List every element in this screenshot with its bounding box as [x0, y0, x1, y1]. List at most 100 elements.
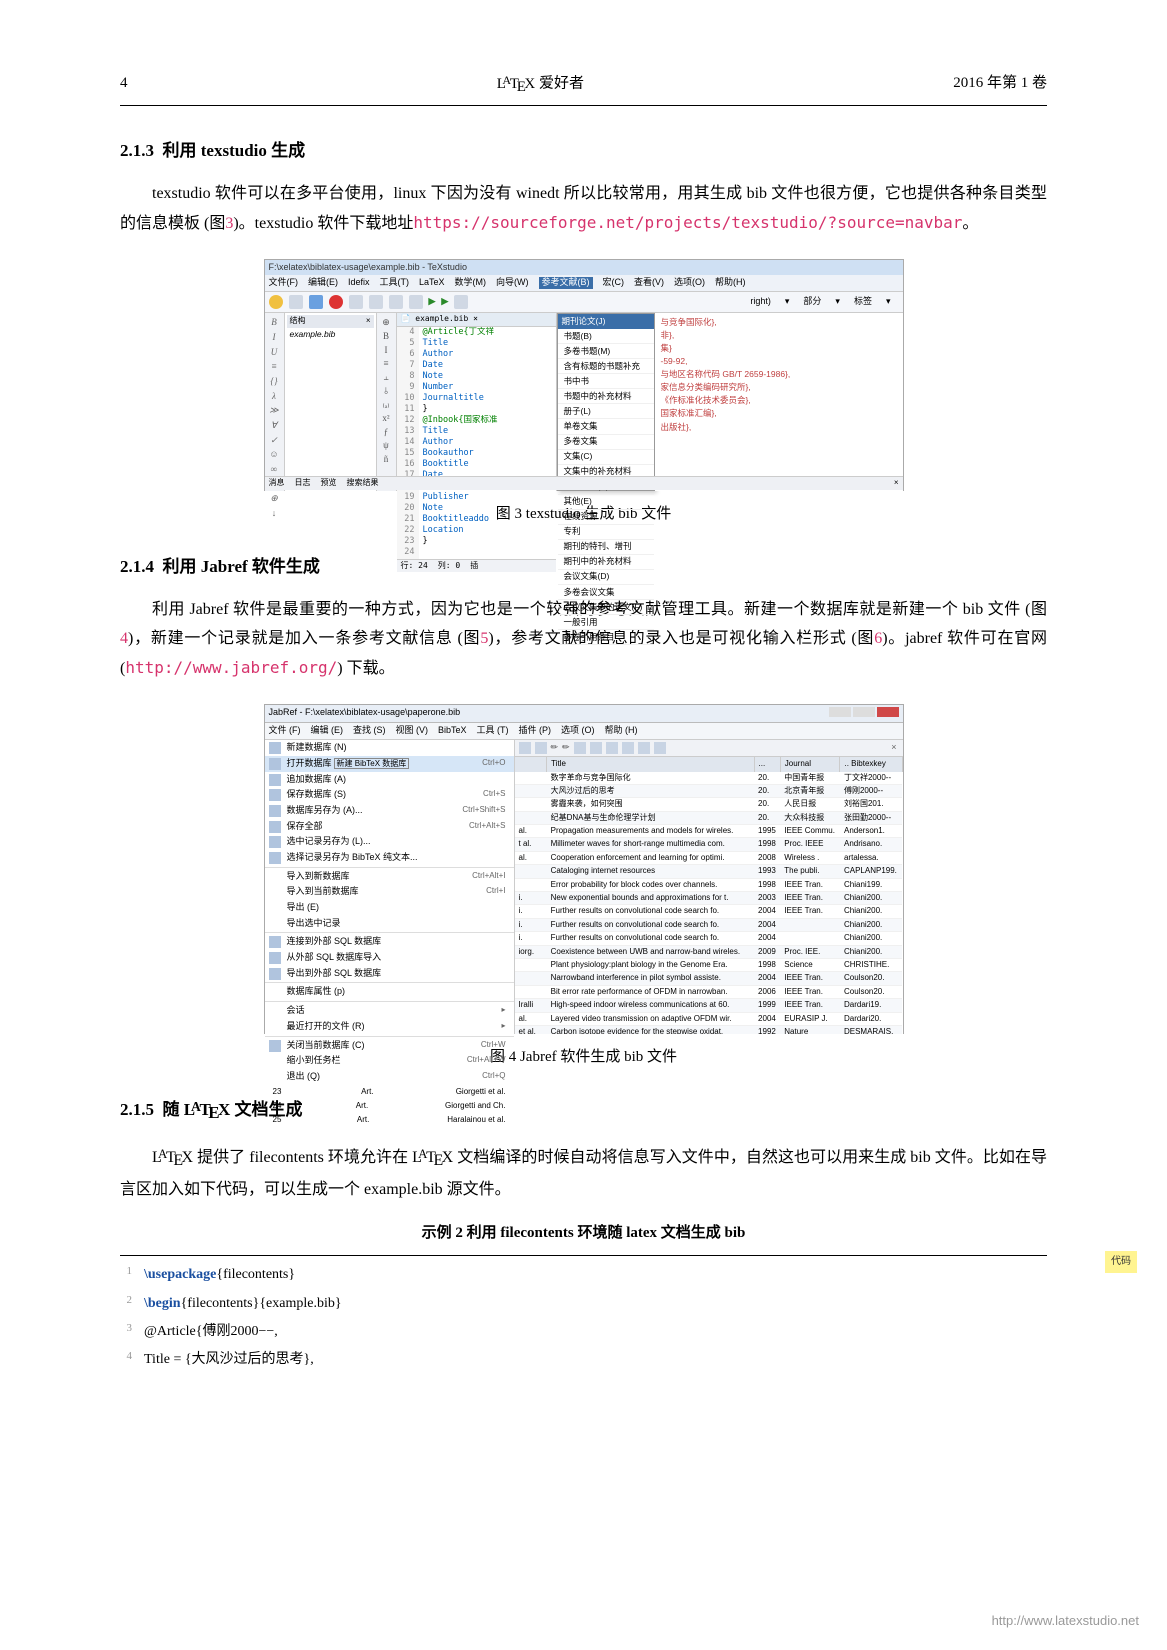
file-menu-item[interactable]: 导入到新数据库Ctrl+Alt+I: [265, 869, 514, 885]
menu-item[interactable]: 文件(F): [269, 277, 299, 289]
menu-item[interactable]: 期刊中的补充材料: [558, 555, 654, 570]
copy-icon[interactable]: [409, 295, 423, 309]
file-menu-item[interactable]: 选中记录另存为 (L)...: [265, 834, 514, 850]
file-menu-item[interactable]: 追加数据库 (A): [265, 772, 514, 788]
file-menu-item[interactable]: 缩小到任务栏Ctrl+Alt+W: [265, 1053, 514, 1069]
menu-item[interactable]: 编辑 (E): [311, 725, 344, 737]
table-row[interactable]: i.Further results on convolutional code …: [515, 918, 903, 931]
toolbar-icon[interactable]: ⫰: [384, 386, 388, 398]
redo-icon[interactable]: [369, 295, 383, 309]
menu-item[interactable]: 视图 (V): [396, 725, 429, 737]
menu-item[interactable]: 选项 (O): [561, 725, 595, 737]
toolbar-icon[interactable]: U: [271, 347, 278, 359]
table-row[interactable]: iorg.Coexistence between UWB and narrow-…: [515, 945, 903, 958]
file-menu-item[interactable]: 从外部 SQL 数据库导入: [265, 950, 514, 966]
menu-item[interactable]: 工具(T): [380, 277, 410, 289]
toolbar-icon[interactable]: ∀: [271, 420, 277, 432]
table-row[interactable]: i.Further results on convolutional code …: [515, 905, 903, 918]
texstudio-url[interactable]: https://sourceforge.net/projects/texstud…: [413, 213, 962, 232]
menu-item[interactable]: Idefix: [348, 277, 370, 289]
toolbar-close-icon[interactable]: ×: [891, 742, 896, 754]
toolbar-icon[interactable]: ψ: [383, 440, 389, 452]
file-menu-item[interactable]: 关闭当前数据库 (C)Ctrl+W: [265, 1038, 514, 1054]
toolbar-icon[interactable]: ₍ₐ₎: [383, 399, 390, 411]
table-row[interactable]: Plant physiology:plant biology in the Ge…: [515, 959, 903, 972]
toolbar-icon[interactable]: λ: [272, 391, 276, 403]
menu-item[interactable]: 书题(B): [558, 329, 654, 344]
menu-item[interactable]: LaTeX: [419, 277, 445, 289]
toolbar-icon[interactable]: ≡: [271, 361, 277, 373]
menu-item[interactable]: 会议文集(D): [558, 570, 654, 585]
menu-item[interactable]: 数学(M): [455, 277, 487, 289]
menu-item[interactable]: 多卷引用条目: [558, 630, 654, 645]
file-menu-item[interactable]: 退出 (Q)Ctrl+Q: [265, 1069, 514, 1085]
menu-item[interactable]: 一般引用: [558, 615, 654, 630]
file-menu-item[interactable]: 新建数据库 (N): [265, 740, 514, 756]
table-row[interactable]: Narrowband interference in pilot symbol …: [515, 972, 903, 985]
toolbar-icon[interactable]: ⫠: [383, 372, 388, 384]
lightbulb-icon[interactable]: [269, 295, 283, 309]
play2-icon[interactable]: ▶: [441, 296, 448, 308]
menu-item[interactable]: 多卷书题(M): [558, 344, 654, 359]
table-row[interactable]: Cataloging internet resources1993The pub…: [515, 865, 903, 878]
jabref-url[interactable]: http://www.jabref.org/: [125, 658, 337, 677]
menu-item[interactable]: 期刊的特刊、增刊: [558, 540, 654, 555]
fig3-file-item[interactable]: example.bib: [287, 328, 374, 341]
toolbar-icon[interactable]: B: [383, 331, 389, 343]
menu-item[interactable]: 其他(E): [558, 495, 654, 510]
menu-item[interactable]: 在线资源: [558, 510, 654, 525]
toolbar-icon[interactable]: ⊕: [382, 317, 390, 329]
toolbar-icon[interactable]: I: [385, 345, 388, 357]
tb-icon[interactable]: [519, 742, 531, 754]
undo-icon[interactable]: [349, 295, 363, 309]
save-icon[interactable]: [309, 295, 323, 309]
menu-item[interactable]: 查找 (S): [353, 725, 386, 737]
table-row[interactable]: 纪基DNA基与生命伦理学计划20.大众科技报张田勤2000--: [515, 811, 903, 824]
menu-item[interactable]: 选项(O): [674, 277, 705, 289]
menu-item[interactable]: 书中书: [558, 374, 654, 389]
menu-item[interactable]: 多卷会议文集: [558, 585, 654, 600]
menu-item[interactable]: 工具 (T): [477, 725, 509, 737]
fig3-editor-tab[interactable]: 📄 example.bib ×: [397, 313, 556, 326]
file-menu-item[interactable]: 会话 ▸: [265, 1003, 514, 1019]
toolbar-icon[interactable]: ∞: [271, 464, 277, 476]
menu-item[interactable]: 宏(C): [603, 277, 625, 289]
file-menu-item[interactable]: 数据库另存为 (A)...Ctrl+Shift+S: [265, 803, 514, 819]
file-menu-item[interactable]: 数据库属性 (p): [265, 984, 514, 1000]
file-menu-item[interactable]: 最近打开的文件 (R) ▸: [265, 1019, 514, 1035]
menu-item[interactable]: 查看(V): [634, 277, 664, 289]
table-row[interactable]: i.New exponential bounds and approximati…: [515, 892, 903, 905]
file-menu-item[interactable]: 打开数据库新建 BibTeX 数据库Ctrl+O: [265, 756, 514, 772]
toolbar-icon[interactable]: I: [273, 332, 276, 344]
menu-item[interactable]: 向导(W): [496, 277, 529, 289]
toolbar-icon[interactable]: ≡: [383, 358, 388, 370]
toolbar-icon[interactable]: ☺: [269, 449, 278, 461]
toolbar-icon[interactable]: {}: [270, 376, 277, 388]
menu-item[interactable]: 多卷文集: [558, 435, 654, 450]
toolbar-icon[interactable]: ✓: [270, 435, 278, 447]
minimize-icon[interactable]: [829, 707, 851, 717]
menu-item[interactable]: 书题中的补充材料: [558, 389, 654, 404]
table-row[interactable]: t al.Millimeter waves for short-range mu…: [515, 838, 903, 851]
table-row[interactable]: Error probability for block codes over c…: [515, 878, 903, 891]
toolbar-icon[interactable]: x²: [382, 413, 389, 425]
table-row[interactable]: al.Cooperation enforcement and learning …: [515, 851, 903, 864]
panel-close-icon[interactable]: ×: [366, 316, 371, 326]
menu-item[interactable]: 帮助(H): [715, 277, 746, 289]
file-menu-item[interactable]: 连接到外部 SQL 数据库: [265, 934, 514, 950]
file-menu-item[interactable]: 导出 (E): [265, 900, 514, 916]
toolbar-icon[interactable]: ƒ: [384, 427, 389, 439]
menu-item[interactable]: 参考文献(B): [539, 277, 593, 289]
toolbar-icon[interactable]: ñ: [384, 454, 389, 466]
new-icon[interactable]: [289, 295, 303, 309]
file-menu-item[interactable]: 导出选中记录: [265, 916, 514, 932]
table-row[interactable]: i.Further results on convolutional code …: [515, 932, 903, 945]
table-row[interactable]: et al.Carbon isotope evidence for the st…: [515, 1025, 903, 1034]
menu-item[interactable]: 文集(C): [558, 450, 654, 465]
file-menu-item[interactable]: 选择记录另存为 BibTeX 纯文本...: [265, 850, 514, 866]
file-menu-item[interactable]: 导出到外部 SQL 数据库: [265, 966, 514, 982]
menu-item[interactable]: 会议文集中的论文(F): [558, 600, 654, 615]
toolbar-icon[interactable]: ↓: [272, 508, 277, 520]
menu-item[interactable]: 插件 (P): [519, 725, 552, 737]
file-menu-item[interactable]: 保存数据库 (S)Ctrl+S: [265, 787, 514, 803]
